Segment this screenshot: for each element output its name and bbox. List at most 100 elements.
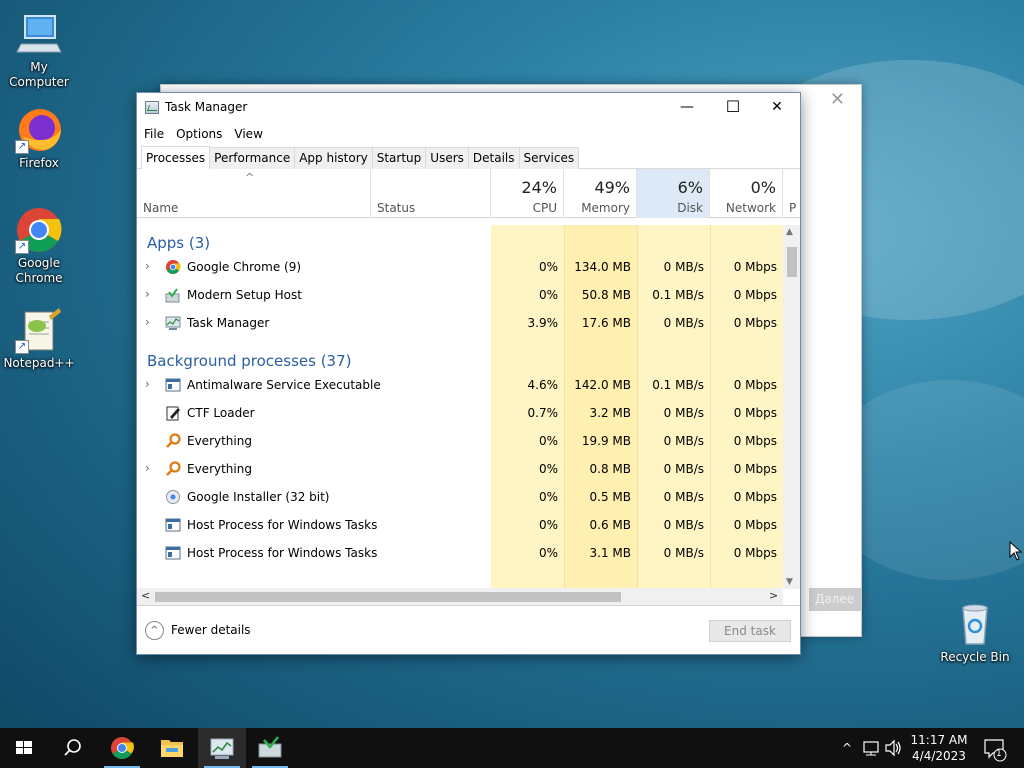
taskbar-setup-host[interactable] (246, 728, 294, 768)
taskbar-task-manager[interactable] (198, 728, 246, 768)
vertical-scrollbar[interactable]: ▲ ▼ (783, 225, 800, 589)
process-cpu: 0% (538, 288, 558, 302)
shortcut-arrow-icon: ↗ (15, 240, 29, 254)
search-icon (64, 739, 81, 756)
process-name: CTF Loader (187, 406, 255, 420)
process-row[interactable]: › Task Manager 3.9% 17.6 MB 0 MB/s 0 Mbps (137, 309, 783, 337)
process-name: Everything (187, 462, 252, 476)
process-disk: 0 MB/s (663, 518, 704, 532)
column-disk[interactable]: 6% Disk (637, 169, 710, 218)
process-row[interactable]: › Everything 0% 0.8 MB 0 MB/s 0 Mbps (137, 455, 783, 483)
process-network: 0 Mbps (733, 546, 777, 560)
volume-button[interactable] (882, 728, 904, 768)
desktop-icon-recycle-bin[interactable]: Recycle Bin (938, 600, 1012, 665)
menu-file[interactable]: File (143, 123, 171, 145)
title-bar[interactable]: Task Manager — ☐ ✕ (137, 93, 800, 123)
taskbar-file-explorer[interactable] (148, 728, 196, 768)
column-memory[interactable]: 49% Memory (564, 169, 637, 218)
process-cpu: 0.7% (527, 406, 559, 420)
process-network: 0 Mbps (733, 490, 777, 504)
menu-options[interactable]: Options (175, 123, 229, 145)
column-network[interactable]: 0% Network (710, 169, 783, 218)
process-disk: 0 MB/s (663, 490, 704, 504)
service-window-icon (165, 517, 181, 533)
maximize-button[interactable]: ☐ (710, 93, 756, 123)
process-memory: 0.8 MB (589, 462, 631, 476)
minimize-button[interactable]: — (664, 93, 710, 123)
process-disk: 0 MB/s (663, 260, 704, 274)
installer-icon (165, 489, 181, 505)
recycle-bin-icon (951, 600, 999, 648)
process-row[interactable]: Google Installer (32 bit) 0% 0.5 MB 0 MB/s 0… (137, 483, 783, 511)
menu-bar: File Options View (137, 123, 800, 145)
process-row[interactable]: › Modern Setup Host 0% 50.8 MB 0.1 MB/s 0 Mbp… (137, 281, 783, 309)
process-name: Host Process for Windows Tasks (187, 546, 378, 560)
chevron-right-icon[interactable]: › (145, 461, 150, 475)
column-cpu[interactable]: 24% CPU (491, 169, 564, 218)
disk-total: 6% (677, 178, 703, 197)
tab-performance[interactable]: Performance (209, 147, 296, 169)
column-power[interactable]: P (783, 169, 800, 218)
scroll-right-icon[interactable]: > (769, 589, 778, 602)
tab-services[interactable]: Services (518, 147, 580, 169)
desktop-icon-firefox[interactable]: ↗ Firefox (2, 106, 76, 171)
desktop-icon-label: Recycle Bin (940, 650, 1010, 664)
scroll-thumb[interactable] (155, 592, 621, 602)
chevron-right-icon[interactable]: › (145, 377, 150, 391)
process-row[interactable]: › Antimalware Service Executable 4.6% 142.0… (137, 371, 783, 399)
group-header-apps: Apps (3) (147, 234, 211, 252)
process-disk: 0.1 MB/s (652, 288, 704, 302)
start-button[interactable] (0, 728, 48, 768)
process-disk: 0 MB/s (663, 462, 704, 476)
next-button[interactable]: Далее (809, 588, 861, 611)
taskbar-chrome[interactable] (98, 728, 146, 768)
process-row[interactable]: Host Process for Windows Tasks 0% 0.6 MB 0 … (137, 511, 783, 539)
horizontal-scrollbar[interactable]: < > (137, 588, 783, 605)
fewer-details-link[interactable]: Fewer details (171, 623, 251, 637)
mouse-cursor-icon (1009, 541, 1023, 561)
computer-icon (15, 10, 63, 58)
close-button[interactable]: ✕ (754, 93, 800, 123)
clock[interactable]: 11:17 AM 4/4/2023 (906, 728, 972, 768)
process-cpu: 0% (538, 260, 558, 274)
action-center-button[interactable]: 1 (976, 728, 1016, 768)
group-header-background: Background processes (37) (147, 352, 352, 370)
scroll-left-icon[interactable]: < (141, 589, 150, 602)
tab-details[interactable]: Details (467, 147, 520, 169)
desktop-icon-my-computer[interactable]: My Computer (2, 10, 76, 90)
tab-users[interactable]: Users (425, 147, 469, 169)
desktop-icon-notepadpp[interactable]: ↗ Notepad++ (2, 306, 76, 371)
column-label: Disk (677, 201, 703, 215)
process-network: 0 Mbps (733, 316, 777, 330)
chevron-right-icon[interactable]: › (145, 259, 150, 273)
chevron-right-icon[interactable]: › (145, 287, 150, 301)
column-status[interactable]: Status (371, 169, 491, 218)
process-row[interactable]: Everything 0% 19.9 MB 0 MB/s 0 Mbps (137, 427, 783, 455)
sort-up-icon: ^ (245, 171, 255, 184)
task-manager-window[interactable]: Task Manager — ☐ ✕ File Options View Pro… (136, 92, 801, 655)
process-row[interactable]: Host Process for Windows Tasks 0% 3.1 MB 0 … (137, 539, 783, 567)
tab-processes[interactable]: Processes (141, 146, 211, 170)
network-status-button[interactable] (860, 728, 882, 768)
end-task-button[interactable]: End task (709, 620, 791, 642)
search-button[interactable] (48, 728, 96, 768)
scroll-up-icon[interactable]: ▲ (786, 227, 793, 237)
scroll-down-icon[interactable]: ▼ (786, 577, 793, 587)
firefox-icon: ↗ (15, 106, 63, 154)
menu-view[interactable]: View (233, 123, 269, 145)
scroll-thumb[interactable] (787, 247, 797, 277)
column-label: P (789, 201, 797, 215)
process-row[interactable]: › Google Chrome (9) 0% 134.0 MB 0 MB/s 0 Mbps (137, 253, 783, 281)
close-icon[interactable]: ✕ (830, 89, 845, 110)
column-name[interactable]: ^ Name (137, 169, 371, 218)
desktop-icon-label: My Computer (9, 60, 69, 89)
chevron-right-icon[interactable]: › (145, 315, 150, 329)
tab-app-history[interactable]: App history (294, 147, 373, 169)
process-name: Modern Setup Host (187, 288, 302, 302)
chevron-up-circle-icon[interactable]: ^ (145, 621, 164, 640)
show-hidden-icons-button[interactable]: ^ (836, 728, 858, 768)
tab-startup[interactable]: Startup (371, 147, 427, 169)
desktop-icon-google-chrome[interactable]: ↗ Google Chrome (2, 206, 76, 286)
process-row[interactable]: CTF Loader 0.7% 3.2 MB 0 MB/s 0 Mbps (137, 399, 783, 427)
process-memory: 3.2 MB (589, 406, 631, 420)
